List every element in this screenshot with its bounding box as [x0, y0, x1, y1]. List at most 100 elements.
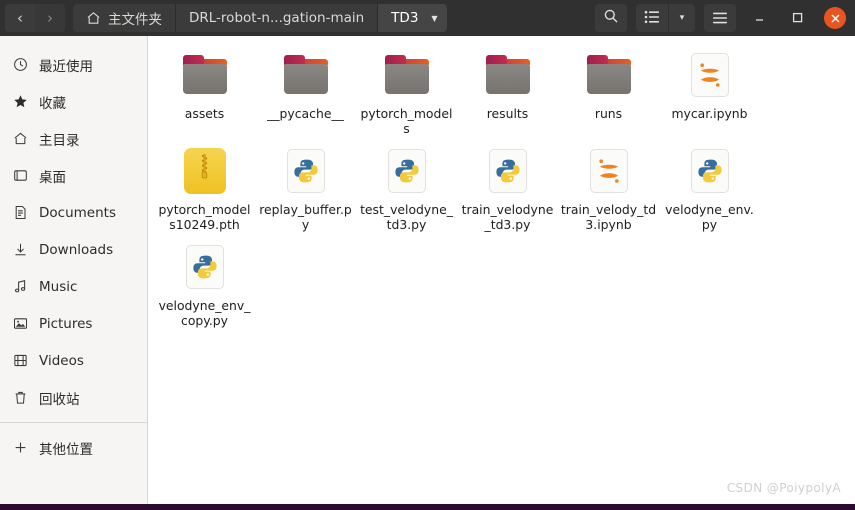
python-icon: [281, 146, 331, 196]
sidebar-item-label: Videos: [39, 352, 84, 369]
sidebar-item-recent[interactable]: 最近使用: [0, 46, 147, 83]
sidebar-item-pictures[interactable]: Pictures: [0, 305, 147, 342]
file-name: assets: [184, 106, 225, 121]
folder-icon: [483, 50, 533, 100]
download-icon: [12, 241, 29, 258]
file-item[interactable]: replay_buffer.py: [255, 140, 356, 236]
minimize-button[interactable]: [744, 4, 774, 32]
sidebar-item-label: 其他位置: [39, 441, 93, 458]
python-icon: [483, 146, 533, 196]
close-icon: [830, 9, 841, 28]
trash-icon: [12, 389, 29, 406]
file-item[interactable]: velodyne_env.py: [659, 140, 760, 236]
view-options-dropdown[interactable]: ▾: [669, 4, 695, 32]
desktop-icon: [12, 167, 29, 184]
breadcrumb-item-project[interactable]: DRL-robot-n...gation-main: [176, 4, 379, 32]
sidebar-item-label: Documents: [39, 204, 116, 221]
maximize-icon: [791, 9, 804, 28]
file-list-area[interactable]: assets __pycache__ pytorch_models result…: [148, 36, 855, 504]
file-name: velodyne_env_copy.py: [158, 298, 251, 328]
sidebar-item-label: 主目录: [39, 132, 80, 149]
python-icon: [180, 242, 230, 292]
file-name: pytorch_models: [360, 106, 453, 136]
search-button[interactable]: [595, 4, 627, 32]
window-body: 最近使用 收藏 主目录 桌面 Documents Downloads Music…: [0, 36, 855, 504]
hamburger-menu-icon: [712, 9, 728, 28]
watermark: CSDN @PoiypolyA: [726, 481, 841, 495]
file-item[interactable]: results: [457, 44, 558, 140]
breadcrumb-item-home[interactable]: 主文件夹: [73, 4, 176, 32]
titlebar-tools: ▾: [586, 4, 850, 32]
breadcrumb-label: 主文件夹: [108, 12, 162, 28]
icon-grid: assets __pycache__ pytorch_models result…: [154, 44, 849, 332]
file-name: velodyne_env.py: [665, 202, 754, 232]
file-item[interactable]: test_velodyne_td3.py: [356, 140, 457, 236]
close-button[interactable]: [824, 7, 846, 29]
sidebar-item-music[interactable]: Music: [0, 268, 147, 305]
sidebar-item-label: 桌面: [39, 169, 66, 186]
document-icon: [12, 204, 29, 221]
file-name: runs: [594, 106, 623, 121]
breadcrumb-label: DRL-robot-n...gation-main: [189, 10, 365, 26]
folder-icon: [180, 50, 230, 100]
sidebar-item-label: 收藏: [39, 95, 66, 112]
file-item[interactable]: train_velody_td3.ipynb: [558, 140, 659, 236]
maximize-button[interactable]: [782, 4, 812, 32]
jupyter-icon: [584, 146, 634, 196]
list-view-icon: [644, 9, 660, 28]
file-item[interactable]: mycar.ipynb: [659, 44, 760, 140]
file-name: test_velodyne_td3.py: [360, 202, 453, 232]
back-button[interactable]: ‹: [5, 4, 35, 32]
home-icon: [12, 130, 29, 147]
view-list-button[interactable]: [636, 4, 668, 32]
clock-icon: [12, 56, 29, 73]
main-menu-button[interactable]: [704, 4, 736, 32]
file-item[interactable]: velodyne_env_copy.py: [154, 236, 255, 332]
jupyter-icon: [685, 50, 735, 100]
chevron-right-icon: ›: [47, 9, 53, 27]
music-note-icon: [12, 278, 29, 295]
minimize-icon: [753, 9, 766, 28]
file-item[interactable]: pytorch_models: [356, 44, 457, 140]
sidebar-item-desktop[interactable]: 桌面: [0, 157, 147, 194]
chevron-left-icon: ‹: [17, 9, 23, 27]
file-item[interactable]: runs: [558, 44, 659, 140]
sidebar-item-home[interactable]: 主目录: [0, 120, 147, 157]
sidebar-item-downloads[interactable]: Downloads: [0, 231, 147, 268]
breadcrumb: 主文件夹 DRL-robot-n...gation-main TD3 ▼: [73, 4, 447, 32]
archive-icon: [180, 146, 230, 196]
file-manager-window: ‹ › 主文件夹 DRL-robot-n...gation-main TD3 ▼…: [0, 0, 855, 510]
file-item[interactable]: __pycache__: [255, 44, 356, 140]
home-icon: [86, 11, 101, 25]
python-icon: [685, 146, 735, 196]
file-item[interactable]: assets: [154, 44, 255, 140]
bottom-strip: [0, 504, 855, 510]
breadcrumb-item-current[interactable]: TD3 ▼: [378, 4, 447, 32]
sidebar-item-label: Downloads: [39, 241, 114, 258]
chevron-down-icon[interactable]: ▼: [431, 14, 437, 23]
sidebar-item-label: 回收站: [39, 391, 80, 408]
file-name: train_velodyne_td3.py: [461, 202, 554, 232]
sidebar-item-documents[interactable]: Documents: [0, 194, 147, 231]
title-bar: ‹ › 主文件夹 DRL-robot-n...gation-main TD3 ▼…: [0, 0, 855, 36]
file-item[interactable]: pytorch_models10249.pth: [154, 140, 255, 236]
sidebar-item-starred[interactable]: 收藏: [0, 83, 147, 120]
navigation-buttons: ‹ ›: [5, 4, 65, 32]
file-name: train_velody_td3.ipynb: [560, 202, 657, 232]
python-icon: [382, 146, 432, 196]
film-icon: [12, 352, 29, 369]
plus-icon: [12, 439, 29, 456]
sidebar-item-trash[interactable]: 回收站: [0, 379, 147, 416]
file-name: results: [486, 106, 529, 121]
folder-icon: [584, 50, 634, 100]
forward-button[interactable]: ›: [35, 4, 65, 32]
sidebar-item-videos[interactable]: Videos: [0, 342, 147, 379]
breadcrumb-label: TD3: [391, 10, 419, 26]
sidebar: 最近使用 收藏 主目录 桌面 Documents Downloads Music…: [0, 36, 148, 504]
sidebar-item-label: Music: [39, 278, 78, 295]
chevron-down-icon: ▾: [679, 13, 685, 23]
search-icon: [603, 8, 619, 28]
sidebar-item-other-locations[interactable]: 其他位置: [0, 429, 147, 466]
file-item[interactable]: train_velodyne_td3.py: [457, 140, 558, 236]
file-name: pytorch_models10249.pth: [158, 202, 251, 232]
